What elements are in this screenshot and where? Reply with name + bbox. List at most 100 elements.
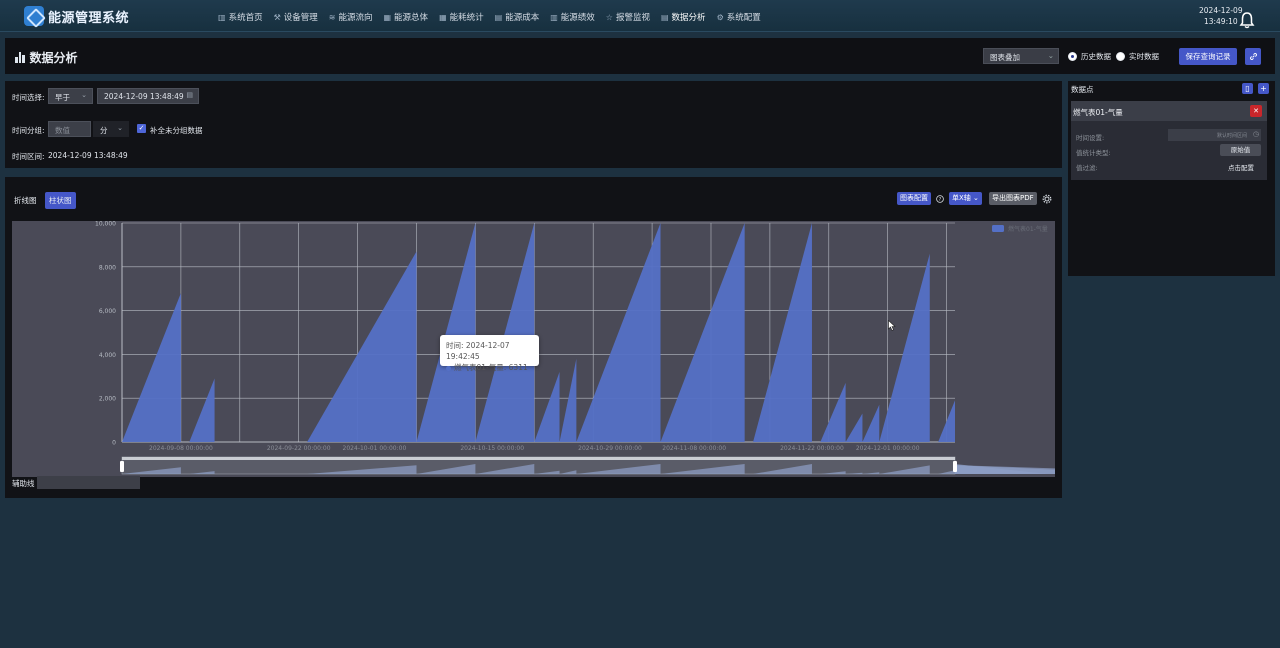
delete-point-button[interactable]: ✕	[1250, 105, 1262, 117]
link-icon	[1249, 53, 1257, 60]
radio-realtime-dot	[1116, 52, 1125, 61]
nav-item-label: 能源成本	[505, 13, 540, 23]
tooltip-series-value: 燃气表01-气量: 6311	[454, 363, 528, 372]
time-setting-value: 默认时间区间	[1216, 133, 1247, 139]
y-tick-label: 2,000	[99, 396, 116, 403]
group-unit-value: 分	[100, 126, 108, 135]
link-button[interactable]	[1245, 48, 1261, 65]
x-tick-label: 2024-11-08 00:00:00	[662, 445, 726, 452]
data-point-title: 数据点	[1071, 85, 1094, 94]
save-query-button[interactable]: 保存查询记录	[1179, 48, 1237, 65]
radio-history[interactable]: 历史数据	[1068, 51, 1111, 62]
nav-item-3[interactable]: ▦ 能源总体	[383, 11, 428, 24]
bar-ramp	[475, 223, 535, 442]
legend-label: 燃气表01-气量	[1008, 225, 1048, 233]
chart-tooltip: 时间: 2024-12-07 19:42:45 燃气表01-气量: 6311	[440, 335, 539, 372]
nav-item-5[interactable]: ▤ 能源成本	[495, 11, 540, 24]
value-filter-link[interactable]: 点击配置	[1228, 162, 1254, 172]
series-swatch	[446, 365, 451, 371]
data-point-name: 燃气表01-气量	[1073, 108, 1123, 117]
time-datetime-input[interactable]: 2024-12-09 13:48:49 ▤	[97, 88, 199, 104]
data-point-card: 燃气表01-气量 ✕ 时间设置: 默认时间区间 ◷ 值统计类型: 原始值 值过滤…	[1071, 101, 1267, 180]
nav-item-1[interactable]: ⚒ 设备管理	[274, 11, 318, 24]
time-setting-label: 时间设置:	[1076, 134, 1105, 142]
bar-ramp	[189, 378, 215, 442]
radio-history-label: 历史数据	[1081, 52, 1111, 61]
tab-line-chart[interactable]: 折线图	[10, 192, 41, 209]
bell-icon[interactable]	[1238, 11, 1256, 29]
radio-history-dot	[1068, 52, 1077, 61]
bar-ramp	[307, 251, 417, 442]
y-tick-label: 8,000	[99, 264, 116, 271]
current-date: 2024-12-09	[1199, 6, 1243, 15]
nav-item-7[interactable]: ☆ 报警监视	[605, 11, 650, 24]
zoom-top-bar	[122, 457, 955, 460]
help-icon[interactable]: ?	[936, 195, 944, 203]
nav-item-label: 设备管理	[283, 13, 318, 23]
bar-ramp	[845, 413, 863, 442]
add-icon[interactable]: +	[1258, 83, 1269, 94]
time-setting-input[interactable]: 默认时间区间 ◷	[1168, 129, 1261, 141]
group-value-input[interactable]: 数值	[48, 121, 91, 137]
chevron-down-icon: ⌄	[1047, 51, 1054, 60]
chevron-down-icon: ⌄	[973, 194, 979, 202]
nav-item-2[interactable]: ≋ 能源流向	[329, 11, 373, 24]
settings-icon[interactable]	[1042, 194, 1052, 204]
x-axis-select[interactable]: 单X轴 ⌄	[949, 192, 982, 205]
bar-ramp	[820, 382, 846, 442]
app-logo[interactable]: 能源管理系统	[24, 6, 129, 26]
bar-chart-icon: ▥	[218, 12, 226, 22]
chevron-down-icon: ⌄	[81, 91, 87, 99]
radio-realtime-label: 实时数据	[1129, 52, 1159, 61]
nav-item-9[interactable]: ⚙ 系统配置	[716, 11, 761, 24]
star-icon: ☆	[605, 12, 613, 22]
group-unit-select[interactable]: 分 ⌄	[93, 121, 129, 137]
chart-grid	[121, 222, 955, 443]
x-tick-label: 2024-12-01 00:00:00	[856, 445, 920, 452]
filter-panel: 时间选择: 早于 ⌄ 2024-12-09 13:48:49 ▤ 时间分组: 数…	[5, 81, 1062, 168]
y-tick-label: 10,000	[95, 221, 116, 228]
nav-item-0[interactable]: ▥ 系统首页	[218, 11, 263, 24]
database-icon: ▦	[383, 12, 392, 22]
tooltip-series: 燃气表01-气量: 6311	[446, 362, 533, 373]
fill-checkbox[interactable]: ✓	[137, 124, 146, 133]
range-value: 2024-12-09 13:48:49	[48, 151, 128, 160]
datetime: 2024-12-09 13:49:10	[1199, 5, 1243, 27]
nav-item-6[interactable]: ▥ 能源绩效	[550, 11, 595, 24]
assist-line-input[interactable]	[37, 476, 140, 489]
nav-item-label: 系统首页	[228, 13, 263, 23]
x-tick-label: 2024-10-01 00:00:00	[343, 445, 407, 452]
app-title: 能源管理系统	[48, 10, 130, 26]
nav-item-4[interactable]: ▦ 能耗统计	[439, 11, 484, 24]
nav-item-8[interactable]: ▤ 数据分析	[661, 11, 706, 24]
x-axis: 2024-09-08 00:00:00 2024-09-22 00:00:00 20…	[149, 445, 920, 452]
clock-icon: ◷	[1252, 130, 1259, 138]
page-title: 数据分析	[15, 49, 78, 66]
y-axis: 0 2,000 4,000 6,000 8,000 10,000	[95, 221, 116, 447]
tooltip-time: 时间: 2024-12-07 19:42:45	[446, 341, 510, 361]
time-op-value: 早于	[55, 93, 70, 102]
time-select-label: 时间选择:	[12, 93, 45, 102]
radio-realtime[interactable]: 实时数据	[1116, 51, 1159, 62]
current-time: 13:49:10	[1203, 17, 1238, 26]
x-tick-label: 2024-09-22 00:00:00	[267, 445, 331, 452]
nav-item-label: 能耗统计	[449, 13, 484, 23]
export-pdf-button[interactable]: 导出图表PDF	[989, 192, 1037, 205]
tab-bar-chart[interactable]: 柱状图	[45, 192, 76, 209]
nav-item-label: 能源流向	[338, 13, 373, 23]
y-tick-label: 0	[112, 440, 116, 447]
trash-icon[interactable]: ▯	[1242, 83, 1253, 94]
time-op-select[interactable]: 早于 ⌄	[48, 88, 93, 104]
bar-ramp	[660, 223, 745, 442]
top-bar: 能源管理系统 ▥ 系统首页 ⚒ 设备管理 ≋ 能源流向 ▦ 能源总体 ▦ 能耗统计 ▤ 能源成本 ▥ 能源…	[0, 0, 1280, 32]
zoom-handle-right	[953, 461, 957, 472]
chart-config-button[interactable]: 图表配置	[897, 192, 931, 205]
bar-ramp	[416, 223, 476, 442]
legend-swatch	[992, 225, 1004, 232]
bar-ramp	[534, 371, 560, 442]
gear-icon: ⚙	[716, 12, 724, 22]
chart-mode-select[interactable]: 图表叠加 ⌄	[983, 48, 1059, 64]
x-tick-label: 2024-10-29 00:00:00	[578, 445, 642, 452]
stat-type-button[interactable]: 原始值	[1220, 144, 1261, 156]
bar-ramp	[938, 400, 955, 442]
